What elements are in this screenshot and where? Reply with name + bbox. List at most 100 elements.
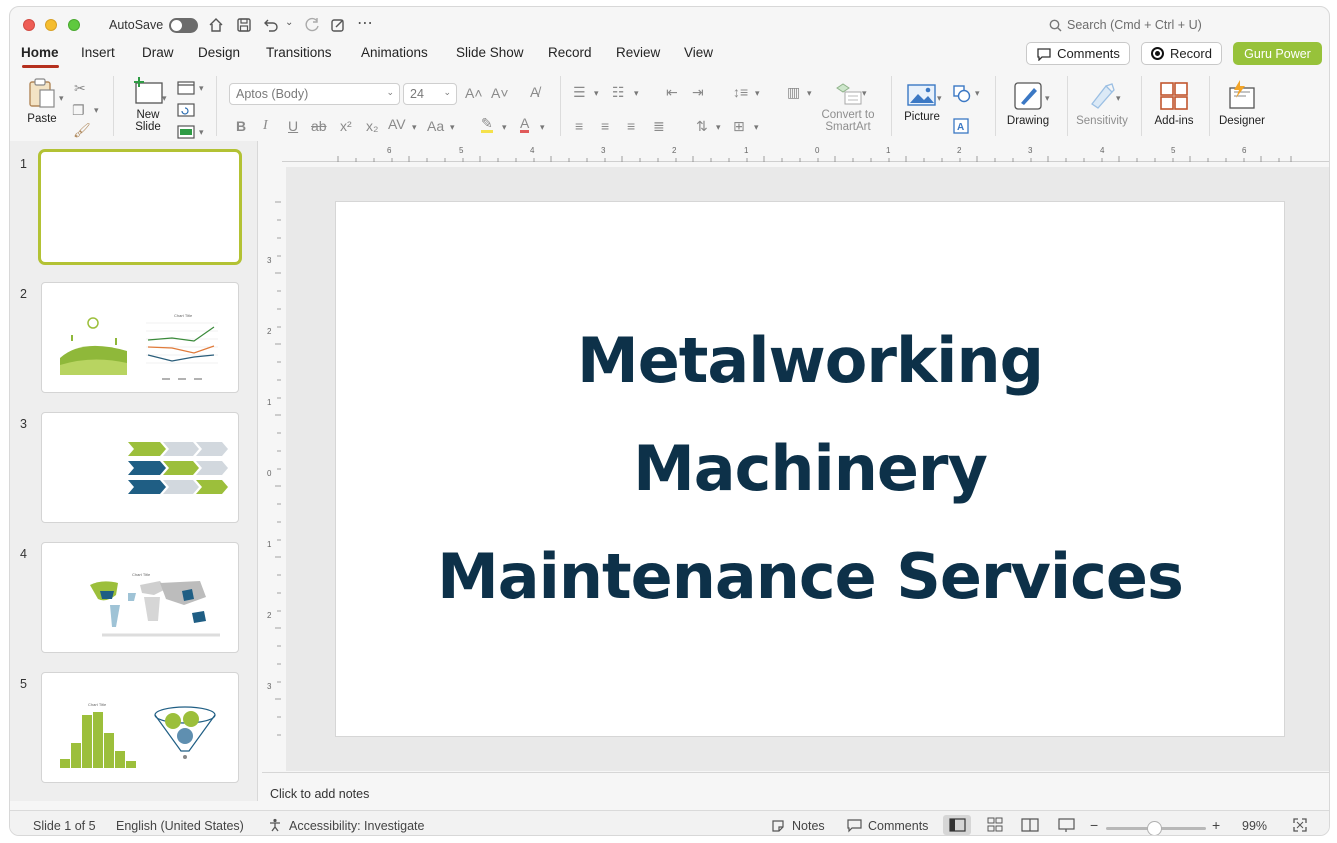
save-icon[interactable] (236, 17, 252, 33)
tab-draw[interactable]: Draw (142, 45, 174, 60)
guru-power-button[interactable]: Guru Power (1233, 42, 1322, 65)
tab-home[interactable]: Home (21, 45, 59, 60)
close-window-button[interactable] (23, 19, 35, 31)
decrease-font-size-icon[interactable]: A˅ (491, 85, 509, 101)
section-dropdown-icon[interactable]: ▾ (199, 127, 204, 138)
slide-thumbnail-4[interactable]: Chart Title (41, 542, 239, 653)
slide-thumbnail-3[interactable] (41, 412, 239, 523)
zoom-slider-handle[interactable] (1147, 821, 1162, 835)
highlight-dropdown-icon[interactable]: ▾ (502, 122, 507, 133)
bold-icon[interactable]: B (236, 118, 246, 134)
comments-button[interactable]: Comments (1026, 42, 1130, 65)
section-icon[interactable] (177, 125, 195, 139)
layout-dropdown-icon[interactable]: ▾ (199, 83, 204, 94)
notes-button[interactable]: Notes (792, 819, 825, 833)
subscript-icon[interactable]: x₂ (366, 118, 378, 134)
increase-indent-icon[interactable]: ⇥ (692, 84, 704, 101)
notes-pane[interactable]: Click to add notes (262, 772, 1329, 810)
sensitivity-dropdown-icon[interactable]: ▾ (1116, 93, 1121, 104)
picture-dropdown-icon[interactable]: ▾ (937, 93, 942, 104)
home-icon[interactable] (208, 17, 224, 33)
comments-status-button[interactable]: Comments (868, 819, 928, 833)
add-ins-button[interactable]: Add-ins (1149, 80, 1199, 127)
line-spacing-dropdown-icon[interactable]: ▾ (755, 88, 760, 99)
italic-icon[interactable]: I (263, 118, 268, 134)
customize-toolbar-icon[interactable] (330, 17, 346, 33)
text-direction-icon[interactable]: ⇅ (696, 118, 708, 135)
decrease-indent-icon[interactable]: ⇤ (666, 84, 678, 101)
align-right-icon[interactable]: ≡ (627, 118, 635, 134)
bullets-dropdown-icon[interactable]: ▾ (594, 88, 599, 99)
font-size-select[interactable]: 24 ⌄ (403, 83, 457, 105)
reset-slide-icon[interactable] (177, 103, 195, 117)
tab-review[interactable]: Review (616, 45, 660, 60)
change-case-dropdown-icon[interactable]: ▾ (450, 122, 455, 133)
presenter-view-button[interactable] (1053, 815, 1081, 835)
tab-insert[interactable]: Insert (81, 45, 115, 60)
zoom-in-icon[interactable]: + (1212, 817, 1220, 833)
text-direction-dropdown-icon[interactable]: ▾ (716, 122, 721, 133)
format-painter-icon[interactable]: 🖌 (73, 122, 91, 139)
shapes-dropdown-icon[interactable]: ▾ (975, 88, 980, 99)
slide-sorter-button[interactable] (981, 815, 1009, 835)
zoom-out-icon[interactable]: − (1090, 817, 1098, 833)
zoom-level[interactable]: 99% (1242, 819, 1267, 833)
strikethrough-icon[interactable]: ab (311, 118, 327, 134)
increase-font-size-icon[interactable]: A˄ (465, 85, 483, 101)
columns-icon[interactable]: ▥ (787, 84, 800, 101)
language-indicator[interactable]: English (United States) (116, 819, 244, 833)
current-slide[interactable]: Metalworking Machinery Maintenance Servi… (336, 202, 1284, 736)
tab-animations[interactable]: Animations (361, 45, 428, 60)
align-text-icon[interactable]: ⊞ (733, 118, 745, 135)
tab-transitions[interactable]: Transitions (266, 45, 332, 60)
font-color-icon[interactable]: A (520, 116, 530, 133)
text-box-icon[interactable]: A (953, 118, 969, 134)
numbering-dropdown-icon[interactable]: ▾ (634, 88, 639, 99)
clear-formatting-icon[interactable]: A̸ (530, 84, 539, 100)
character-spacing-icon[interactable]: AV (388, 116, 406, 132)
columns-dropdown-icon[interactable]: ▾ (807, 88, 812, 99)
tab-slide-show[interactable]: Slide Show (456, 45, 524, 60)
line-spacing-icon[interactable]: ↕≡ (733, 84, 748, 100)
reading-view-button[interactable] (1016, 815, 1044, 835)
slide-title[interactable]: Metalworking Machinery Maintenance Servi… (437, 307, 1184, 631)
paste-dropdown-icon[interactable]: ▾ (59, 93, 64, 104)
slide-thumbnail-5[interactable]: Chart Title (41, 672, 239, 783)
minimize-window-button[interactable] (45, 19, 57, 31)
smartart-dropdown-icon[interactable]: ▾ (862, 88, 867, 99)
copy-icon[interactable]: ❐ (72, 102, 85, 119)
convert-to-smartart-button[interactable]: Convert to SmartArt (818, 82, 878, 133)
character-spacing-dropdown-icon[interactable]: ▾ (412, 122, 417, 133)
new-slide-dropdown-icon[interactable]: ▾ (162, 93, 167, 104)
cut-icon[interactable]: ✂ (74, 80, 86, 97)
autosave-toggle[interactable] (169, 18, 198, 33)
align-left-icon[interactable]: ≡ (575, 118, 583, 134)
more-options-icon[interactable]: ⋯ (357, 13, 373, 33)
zoom-window-button[interactable] (68, 19, 80, 31)
drawing-dropdown-icon[interactable]: ▾ (1045, 93, 1050, 104)
shapes-icon[interactable] (952, 84, 972, 104)
new-slide-button[interactable]: New Slide (123, 76, 173, 133)
slide-thumbnail-2[interactable]: Chart Title (41, 282, 239, 393)
tab-design[interactable]: Design (198, 45, 240, 60)
superscript-icon[interactable]: x² (340, 118, 352, 134)
undo-icon[interactable] (263, 17, 279, 33)
tab-record[interactable]: Record (548, 45, 592, 60)
designer-button[interactable]: Designer (1215, 80, 1269, 127)
bullets-icon[interactable]: ☰ (573, 84, 586, 101)
change-case-icon[interactable]: Aa (427, 118, 444, 134)
tab-view[interactable]: View (684, 45, 713, 60)
paste-button[interactable]: Paste (20, 76, 64, 125)
align-center-icon[interactable]: ≡ (601, 118, 609, 134)
slide-thumbnail-1[interactable] (38, 149, 242, 265)
normal-view-button[interactable] (943, 815, 971, 835)
layout-icon[interactable] (177, 81, 195, 95)
undo-dropdown-icon[interactable]: ⌄ (285, 17, 293, 28)
underline-icon[interactable]: U (288, 118, 298, 134)
sensitivity-button[interactable]: Sensitivity (1073, 80, 1131, 127)
copy-dropdown-icon[interactable]: ▾ (94, 105, 99, 116)
fit-slide-icon[interactable] (1293, 818, 1307, 832)
accessibility-status[interactable]: Accessibility: Investigate (289, 819, 424, 833)
search-input[interactable]: Search (Cmd + Ctrl + U) (1067, 18, 1202, 32)
highlight-icon[interactable]: ✎ (481, 116, 493, 133)
